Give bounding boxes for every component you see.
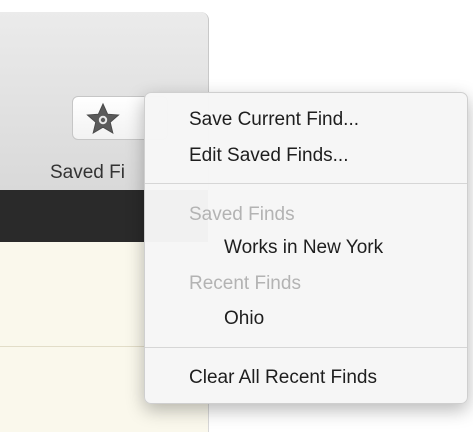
menu-item-edit-saved-finds[interactable]: Edit Saved Finds... [189, 145, 348, 167]
menu-item-save-current-find[interactable]: Save Current Find... [189, 109, 359, 131]
menu-item-saved-find[interactable]: Works in New York [224, 237, 383, 259]
menu-header-recent-finds: Recent Finds [189, 273, 301, 294]
menu-separator [145, 183, 467, 184]
star-icon [86, 102, 120, 135]
menu-header-saved-finds: Saved Finds [189, 204, 295, 225]
menu-item-recent-find[interactable]: Ohio [224, 308, 264, 330]
saved-finds-label: Saved Fi [50, 162, 125, 183]
saved-finds-menu: Save Current Find... Edit Saved Finds...… [144, 92, 468, 404]
menu-separator [145, 347, 467, 348]
menu-item-clear-all-recent-finds[interactable]: Clear All Recent Finds [189, 367, 377, 389]
app-window: Saved Fi Save Current Find... Edit Saved… [0, 0, 473, 432]
